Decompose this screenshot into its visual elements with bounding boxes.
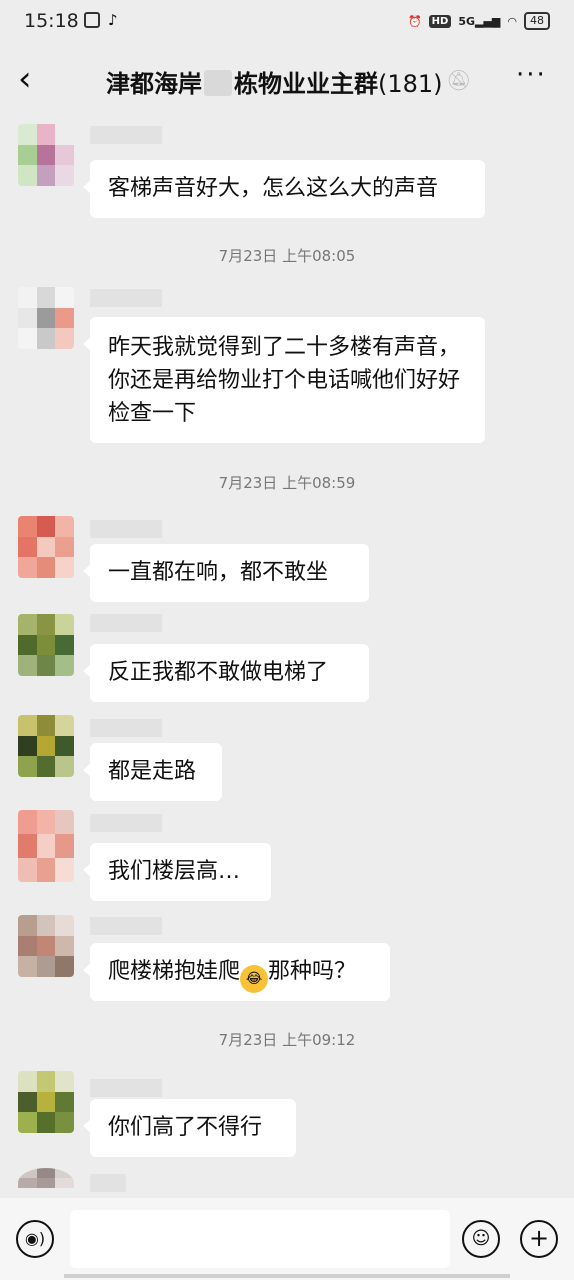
alarm-icon: ⏰ bbox=[407, 14, 422, 28]
message-bubble[interactable]: 客梯声音好大，怎么这么大的声音 bbox=[83, 160, 485, 218]
plus-icon[interactable]: + bbox=[520, 1220, 558, 1258]
sender-name bbox=[90, 719, 162, 737]
message-bubble[interactable]: 我们楼层高… bbox=[83, 843, 271, 901]
avatar[interactable] bbox=[18, 915, 74, 977]
sender-name bbox=[90, 1174, 126, 1192]
timestamp: 7月23日 上午08:59 bbox=[218, 474, 356, 492]
chat-title: 津都海岸 栋物业业主群(181) bbox=[106, 70, 443, 98]
sender-name bbox=[90, 1079, 162, 1097]
message-bubble[interactable]: 昨天我就觉得到了二十多楼有声音，你还是再给物业打个电话喊他们好好检查一下 bbox=[83, 317, 485, 443]
crying-laughing-emoji: 😂 bbox=[240, 965, 269, 993]
input-bar: ◉) ☺ + bbox=[0, 1198, 574, 1280]
avatar[interactable] bbox=[18, 287, 74, 349]
voice-icon[interactable]: ◉) bbox=[16, 1220, 54, 1258]
tiktok-icon: ♪ bbox=[108, 11, 118, 29]
message-bubble[interactable]: 你们高了不得行 bbox=[83, 1099, 296, 1157]
sender-name bbox=[90, 614, 162, 632]
wifi-icon: ◠ bbox=[507, 14, 517, 28]
sender-name bbox=[90, 289, 162, 307]
home-indicator bbox=[64, 1274, 510, 1278]
avatar[interactable] bbox=[18, 715, 74, 777]
sender-name bbox=[90, 126, 162, 144]
title-blur bbox=[204, 70, 232, 96]
message-bubble[interactable]: 反正我都不敢做电梯了 bbox=[83, 644, 369, 702]
bell-off-icon: 🔕︎ bbox=[446, 68, 472, 92]
message-bubble[interactable]: 爬楼梯抱娃爬 😂 那种吗？ bbox=[83, 943, 390, 1001]
hd-badge: HD bbox=[428, 14, 452, 28]
avatar[interactable] bbox=[18, 1168, 74, 1198]
avatar[interactable] bbox=[18, 124, 74, 186]
timestamp: 7月23日 上午09:12 bbox=[218, 1031, 356, 1049]
emoji-icon[interactable]: ☺ bbox=[462, 1220, 500, 1258]
sender-name bbox=[90, 520, 162, 538]
status-right: ⏰ HD 5G▂▄▆ ◠ 48 bbox=[408, 12, 550, 30]
chat-header: ‹ 津都海岸 栋物业业主群(181) 🔕︎ ··· bbox=[0, 46, 574, 116]
app-notification-icon bbox=[84, 12, 100, 28]
battery-icon: 48 bbox=[524, 12, 550, 30]
timestamp: 7月23日 上午08:05 bbox=[218, 247, 356, 265]
message-bubble[interactable]: 都是走路 bbox=[83, 743, 222, 801]
more-icon[interactable]: ··· bbox=[516, 60, 547, 90]
member-count: (181) bbox=[378, 70, 443, 98]
signal-5g-icon: 5G▂▄▆ bbox=[458, 14, 501, 28]
message-input[interactable] bbox=[70, 1210, 450, 1268]
status-time: 15:18 bbox=[24, 10, 79, 32]
message-bubble[interactable]: 一直都在响，都不敢坐 bbox=[83, 544, 369, 602]
notification-icons: ♪ bbox=[84, 12, 118, 28]
avatar[interactable] bbox=[18, 516, 74, 578]
status-bar: 15:18 ♪ ⏰ HD 5G▂▄▆ ◠ 48 bbox=[0, 0, 574, 44]
sender-name bbox=[90, 917, 162, 935]
avatar[interactable] bbox=[18, 810, 74, 882]
back-icon[interactable]: ‹ bbox=[18, 62, 48, 98]
avatar[interactable] bbox=[18, 1071, 74, 1133]
avatar[interactable] bbox=[18, 614, 74, 676]
sender-name bbox=[90, 814, 162, 832]
